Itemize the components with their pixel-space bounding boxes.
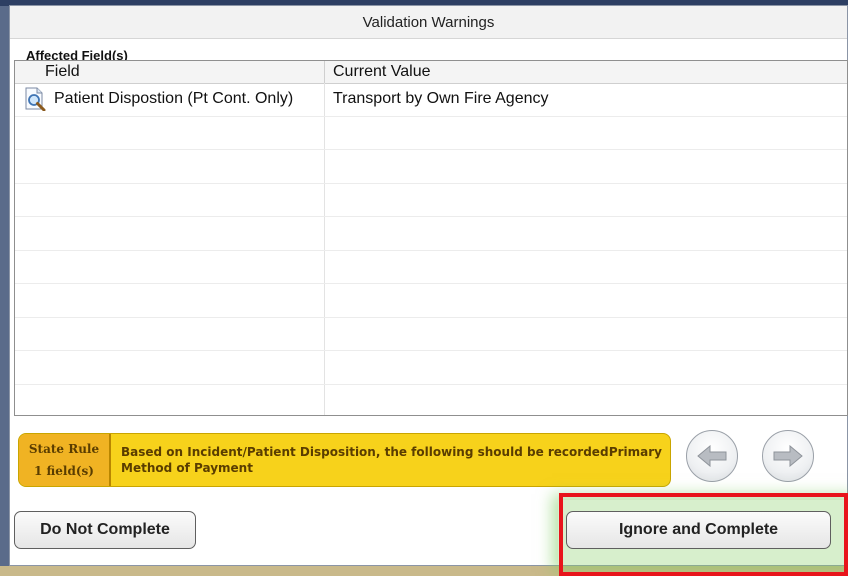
table-row[interactable]	[15, 351, 847, 385]
field-cell	[15, 384, 325, 415]
current-value-cell	[325, 385, 847, 416]
table-row[interactable]	[15, 250, 847, 284]
table-row[interactable]: Patient Dispostion (Pt Cont. Only) Trans…	[15, 83, 847, 117]
warning-message-right: Primary	[608, 445, 662, 459]
field-cell: Patient Dispostion (Pt Cont. Only)	[15, 83, 325, 116]
document-magnifier-icon	[25, 87, 46, 112]
field-cell	[15, 250, 325, 283]
field-cell	[15, 317, 325, 350]
next-warning-button[interactable]	[762, 430, 814, 482]
current-value-cell	[325, 351, 847, 384]
rule-badge: State Rule 1 field(s)	[19, 434, 111, 486]
field-cell	[15, 217, 325, 250]
table-row[interactable]	[15, 384, 847, 416]
table-row[interactable]	[15, 217, 847, 251]
dialog-title: Validation Warnings	[10, 6, 847, 39]
column-header-current-value[interactable]: Current Value	[325, 61, 847, 83]
previous-warning-button[interactable]	[686, 430, 738, 482]
table-row[interactable]	[15, 150, 847, 184]
field-cell	[15, 150, 325, 183]
arrow-right-icon	[773, 445, 803, 467]
current-value-cell	[325, 318, 847, 351]
do-not-complete-button[interactable]: Do Not Complete	[14, 511, 196, 549]
current-value-cell	[325, 217, 847, 250]
field-cell	[15, 116, 325, 149]
warning-message-line1: Based on Incident/Patient Disposition, t…	[121, 445, 614, 459]
current-value-cell	[325, 284, 847, 317]
affected-field-count: 1 field(s)	[34, 464, 94, 478]
field-cell	[15, 284, 325, 317]
rule-type: State Rule	[28, 442, 100, 456]
affected-fields-grid[interactable]: Field Current Value Patient Dispostion (…	[14, 60, 848, 416]
warning-message: Based on Incident/Patient Disposition, t…	[111, 434, 670, 486]
table-row[interactable]	[15, 183, 847, 217]
current-value-cell	[325, 117, 847, 150]
arrow-left-icon	[697, 445, 727, 467]
table-row[interactable]	[15, 284, 847, 318]
warning-message-line2: Method of Payment	[121, 461, 253, 475]
table-row[interactable]	[15, 116, 847, 150]
current-value-cell	[325, 251, 847, 284]
current-value-cell	[325, 184, 847, 217]
field-name: Patient Dispostion (Pt Cont. Only)	[54, 90, 294, 108]
grid-rows: Patient Dispostion (Pt Cont. Only) Trans…	[15, 83, 847, 416]
field-cell	[15, 183, 325, 216]
current-value-cell	[325, 150, 847, 183]
annotation-highlight-box	[559, 493, 848, 576]
table-row[interactable]	[15, 317, 847, 351]
field-cell	[15, 351, 325, 384]
current-value-cell: Transport by Own Fire Agency	[333, 90, 549, 108]
validation-warning-item[interactable]: State Rule 1 field(s) Based on Incident/…	[18, 433, 671, 487]
grid-header: Field Current Value	[15, 61, 847, 84]
column-header-field[interactable]: Field	[15, 61, 325, 83]
